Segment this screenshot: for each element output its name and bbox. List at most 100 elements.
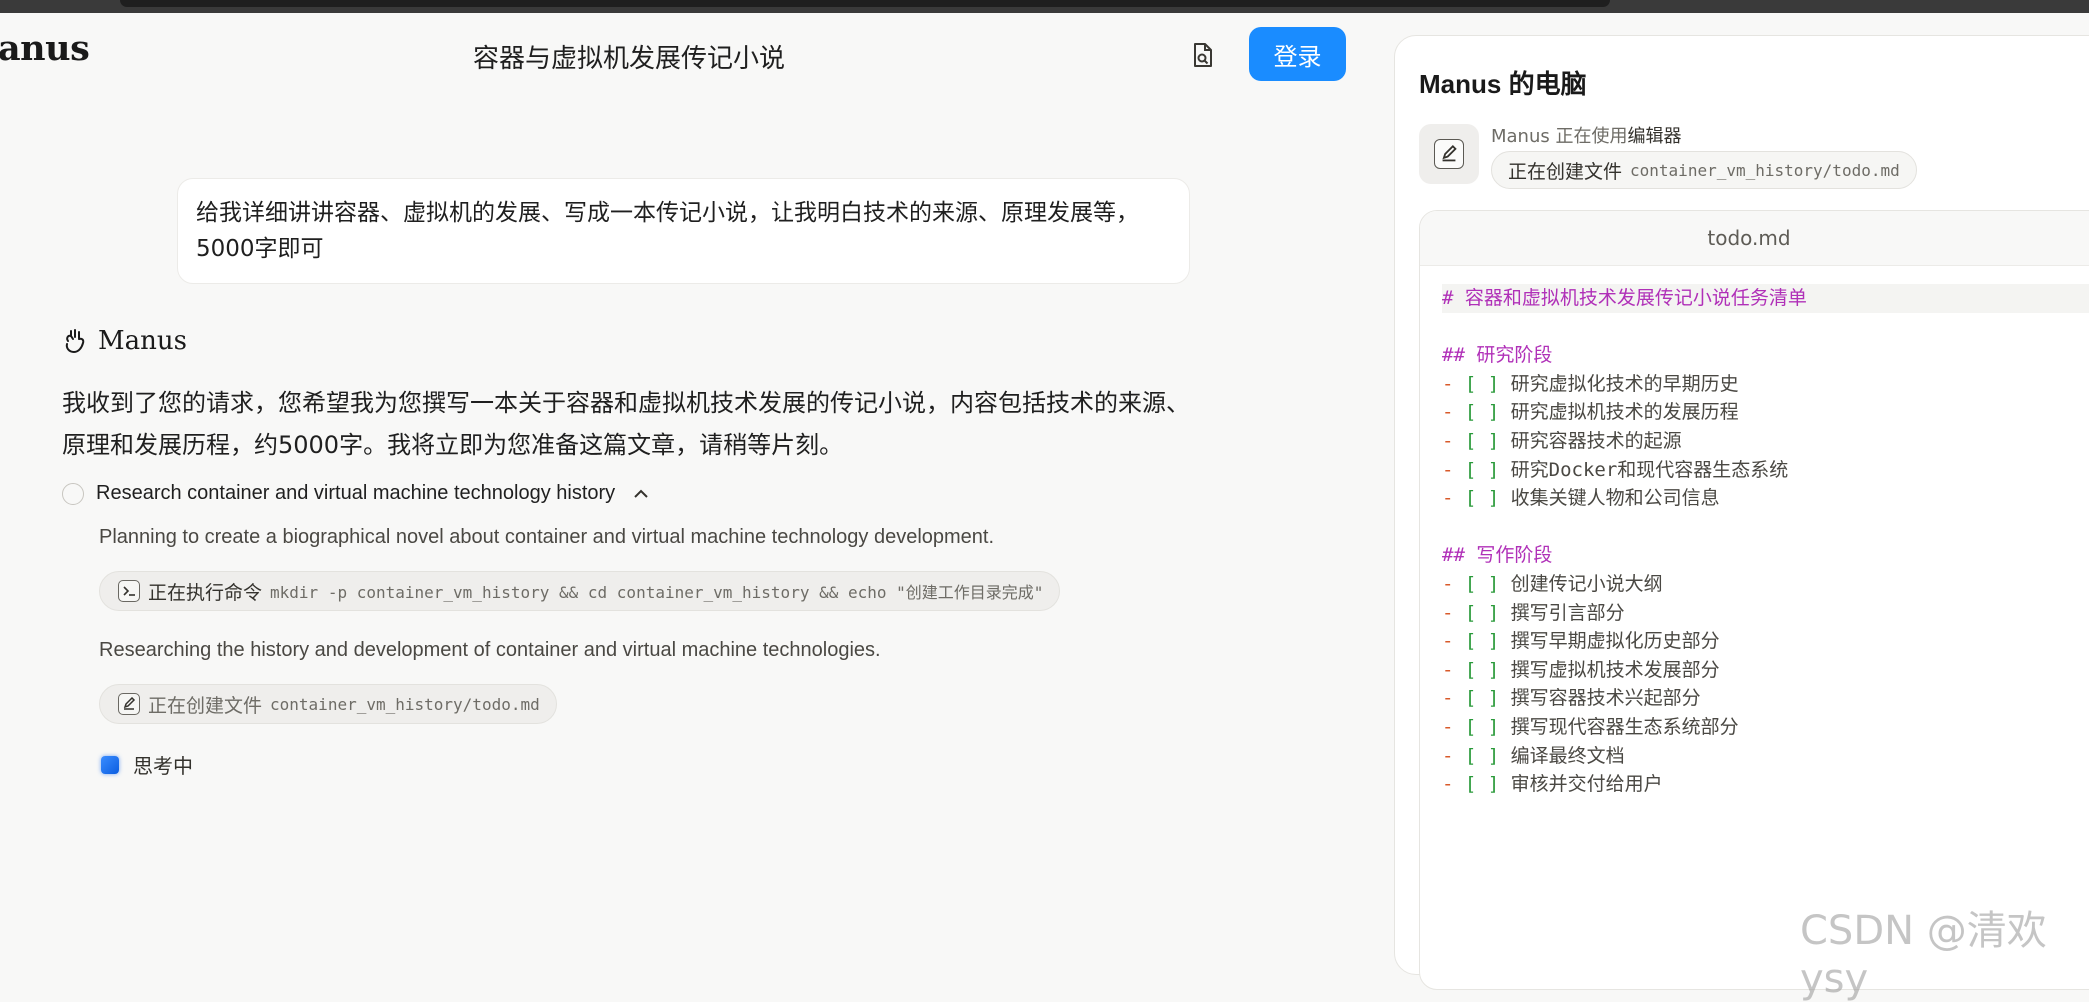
editor-tool-icon xyxy=(1419,124,1479,184)
action-code: mkdir -p container_vm_history && cd cont… xyxy=(270,583,1044,602)
task-item[interactable]: Research container and virtual machine t… xyxy=(62,482,649,505)
list-item-text: 编译最终文档 xyxy=(1499,744,1625,767)
list-bullet: - xyxy=(1442,630,1465,653)
manus-hand-icon xyxy=(65,329,85,354)
list-bullet: - xyxy=(1442,458,1465,481)
list-item-text: 研究虚拟机技术的发展历程 xyxy=(1499,401,1739,424)
panel-title: Manus 的电脑 xyxy=(1419,69,1587,99)
checkbox-marker: [ ] xyxy=(1464,744,1500,767)
checkbox-marker: [ ] xyxy=(1464,401,1500,424)
thinking-indicator: 思考中 xyxy=(101,750,193,779)
code-line: - [ ] 创建传记小说大纲 xyxy=(1442,570,2089,599)
tool-status-prefix: Manus 正在使用 xyxy=(1491,126,1628,147)
task-status-icon xyxy=(62,482,84,505)
markdown-heading-1: # 容器和虚拟机技术发展传记小说任务清单 xyxy=(1442,287,1807,309)
checkbox-marker: [ ] xyxy=(1464,658,1500,681)
computer-panel: Manus 的电脑 Manus 正在使用编辑器 正在创建文件 container… xyxy=(1394,35,2089,990)
list-bullet: - xyxy=(1442,572,1465,595)
list-bullet: - xyxy=(1442,744,1465,767)
code-line: # 容器和虚拟机技术发展传记小说任务清单 xyxy=(1442,284,2089,313)
list-item-text: 研究容器技术的起源 xyxy=(1499,429,1682,452)
tool-status: Manus 正在使用编辑器 xyxy=(1491,122,1681,148)
list-item-text: 审核并交付给用户 xyxy=(1499,773,1663,796)
task-title: Research container and virtual machine t… xyxy=(96,482,616,504)
tool-action-pill[interactable]: 正在创建文件 container_vm_history/todo.md xyxy=(1491,151,1917,189)
code-line: - [ ] 编译最终文档 xyxy=(1442,742,2089,771)
list-item-text: 撰写容器技术兴起部分 xyxy=(1499,687,1701,710)
list-bullet: - xyxy=(1442,487,1465,510)
checkbox-marker: [ ] xyxy=(1464,687,1500,710)
checkbox-marker: [ ] xyxy=(1464,458,1500,481)
action-label: 正在创建文件 xyxy=(1508,160,1623,183)
list-item-text: 撰写现代容器生态系统部分 xyxy=(1499,715,1739,738)
list-item-text: 研究虚拟化技术的早期历史 xyxy=(1499,372,1739,395)
list-bullet: - xyxy=(1442,401,1465,424)
list-item-text: 研究Docker和现代容器生态系统 xyxy=(1499,458,1789,481)
list-bullet: - xyxy=(1442,715,1465,738)
terminal-icon xyxy=(118,580,140,602)
agent-header: Manus xyxy=(62,326,187,356)
tool-status-name: 编辑器 xyxy=(1627,126,1682,147)
code-line: - [ ] 撰写早期虚拟化历史部分 xyxy=(1442,627,2089,656)
list-bullet: - xyxy=(1442,601,1465,624)
list-bullet: - xyxy=(1442,773,1465,796)
login-button[interactable]: 登录 xyxy=(1249,27,1346,81)
file-action-pill[interactable]: 正在创建文件 container_vm_history/todo.md xyxy=(99,684,557,724)
editor-filename: todo.md xyxy=(1707,226,1791,250)
list-item-text: 收集关键人物和公司信息 xyxy=(1499,487,1720,510)
markdown-heading-2: ## 写作阶段 xyxy=(1442,544,1553,567)
step-text: Planning to create a biographical novel … xyxy=(99,526,995,548)
app-logo[interactable]: anus xyxy=(0,28,90,69)
code-line: - [ ] 撰写虚拟机技术发展部分 xyxy=(1442,656,2089,685)
edit-icon xyxy=(1434,139,1464,169)
list-bullet: - xyxy=(1442,687,1465,710)
list-item-text: 创建传记小说大纲 xyxy=(1499,572,1663,595)
browser-tab-strip xyxy=(120,0,1610,7)
user-message: 给我详细讲讲容器、虚拟机的发展、写成一本传记小说，让我明白技术的来源、原理发展等… xyxy=(177,178,1190,284)
share-file-icon xyxy=(1194,43,1212,67)
list-item-text: 撰写早期虚拟化历史部分 xyxy=(1499,630,1720,653)
browser-top-bar xyxy=(0,0,2089,13)
editor-view[interactable]: todo.md # 容器和虚拟机技术发展传记小说任务清单 ## 研究阶段 - [ … xyxy=(1419,210,2089,990)
thinking-label: 思考中 xyxy=(133,754,193,778)
editor-header: todo.md xyxy=(1420,211,2089,266)
action-code: container_vm_history/todo.md xyxy=(270,694,540,714)
list-bullet: - xyxy=(1442,658,1465,681)
code-line: ## 写作阶段 xyxy=(1442,541,2089,570)
action-code: container_vm_history/todo.md xyxy=(1630,160,1900,180)
share-button[interactable] xyxy=(1185,36,1221,74)
code-line: - [ ] 研究Docker和现代容器生态系统 xyxy=(1442,456,2089,485)
code-line: - [ ] 撰写容器技术兴起部分 xyxy=(1442,684,2089,713)
list-bullet: - xyxy=(1442,372,1465,395)
code-line: - [ ] 审核并交付给用户 xyxy=(1442,770,2089,799)
agent-message: 我收到了您的请求，您希望我为您撰写一本关于容器和虚拟机技术发展的传记小说，内容包… xyxy=(62,389,1190,459)
code-line: - [ ] 撰写引言部分 xyxy=(1442,599,2089,628)
thinking-icon xyxy=(101,755,119,774)
checkbox-marker: [ ] xyxy=(1464,601,1500,624)
action-label: 正在执行命令 xyxy=(148,581,263,604)
checkbox-marker: [ ] xyxy=(1464,630,1500,653)
chevron-up-icon[interactable] xyxy=(633,489,649,499)
watermark: CSDN @清欢ysy xyxy=(1800,908,2047,1002)
code-line: ## 研究阶段 xyxy=(1442,341,2089,370)
editor-content[interactable]: # 容器和虚拟机技术发展传记小说任务清单 ## 研究阶段 - [ ] 研究虚拟化技… xyxy=(1420,266,2089,799)
checkbox-marker: [ ] xyxy=(1464,572,1500,595)
code-line: - [ ] 研究虚拟化技术的早期历史 xyxy=(1442,370,2089,399)
action-label: 正在创建文件 xyxy=(148,694,263,717)
code-line: - [ ] 撰写现代容器生态系统部分 xyxy=(1442,713,2089,742)
page-title: 容器与虚拟机发展传记小说 xyxy=(473,44,786,74)
checkbox-marker: [ ] xyxy=(1464,715,1500,738)
markdown-heading-2: ## 研究阶段 xyxy=(1442,344,1553,367)
list-item-text: 撰写引言部分 xyxy=(1499,601,1625,624)
code-line: - [ ] 收集关键人物和公司信息 xyxy=(1442,484,2089,513)
checkbox-marker: [ ] xyxy=(1464,773,1500,796)
step-text: Researching the history and development … xyxy=(99,639,881,661)
code-line: - [ ] 研究容器技术的起源 xyxy=(1442,427,2089,456)
checkbox-marker: [ ] xyxy=(1464,487,1500,510)
edit-icon xyxy=(118,693,140,715)
command-action-pill[interactable]: 正在执行命令 mkdir -p container_vm_history && … xyxy=(99,571,1061,611)
list-item-text: 撰写虚拟机技术发展部分 xyxy=(1499,658,1720,681)
checkbox-marker: [ ] xyxy=(1464,429,1500,452)
